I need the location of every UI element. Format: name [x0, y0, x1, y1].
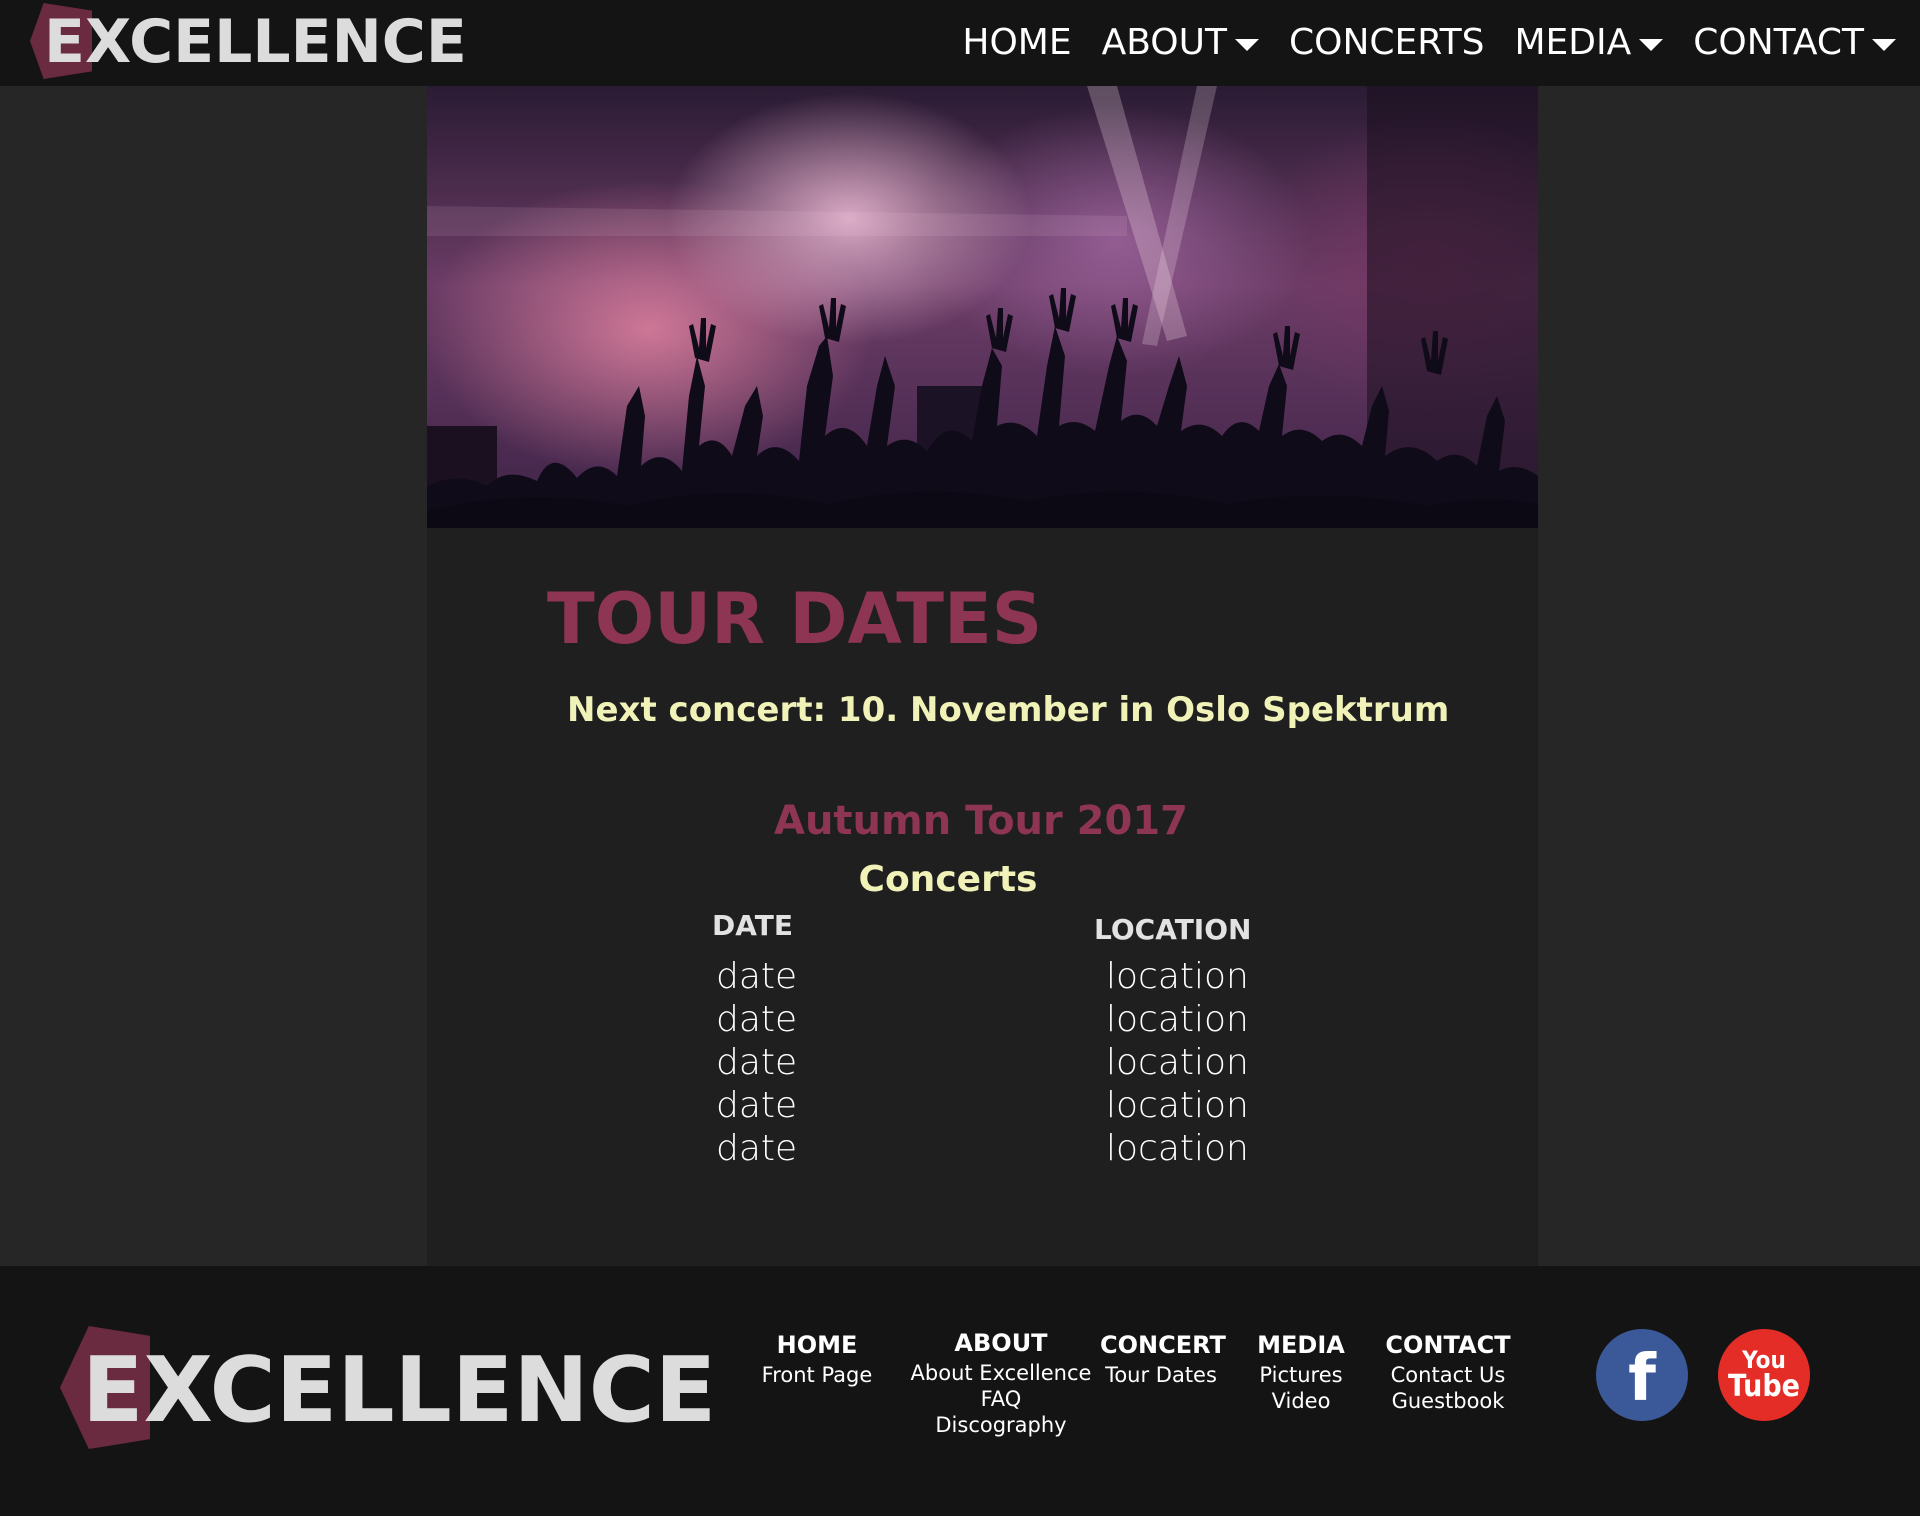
table-cell-location: location [1106, 1128, 1249, 1169]
footer-col-home: HOME Front Page [756, 1328, 878, 1388]
date-column: date date date date date [716, 955, 797, 1170]
nav-media[interactable]: MEDIA [1515, 18, 1664, 68]
footer-heading-concert[interactable]: CONCERT [1100, 1328, 1226, 1362]
footer-col-about: ABOUT About Excellence FAQ Discography [910, 1326, 1092, 1438]
location-column: location location location location loca… [1106, 955, 1249, 1170]
crowd-silhouette-graphic [427, 86, 1538, 528]
nav-concerts[interactable]: CONCERTS [1289, 18, 1485, 68]
table-header-location: LOCATION [1094, 913, 1252, 946]
caret-down-icon [1234, 39, 1259, 51]
footer-logo[interactable]: EXCELLENCE [82, 1336, 716, 1446]
table-header-date: DATE [712, 909, 793, 942]
site-logo[interactable]: EXCELLENCE [44, 6, 467, 78]
nav-contact-label: CONTACT [1693, 22, 1864, 63]
footer-link-faq[interactable]: FAQ [910, 1386, 1092, 1412]
footer-link-contact-us[interactable]: Contact Us [1382, 1362, 1514, 1388]
table-cell-location: location [1106, 999, 1249, 1040]
left-side-column [0, 86, 427, 1266]
table-cell-location: location [1106, 1085, 1249, 1126]
page-title: TOUR DATES [547, 578, 1043, 660]
footer-col-media: MEDIA Pictures Video [1250, 1328, 1352, 1414]
tour-subtitle: Concerts [858, 859, 1038, 900]
table-cell-date: date [716, 956, 798, 997]
footer-link-pictures[interactable]: Pictures [1250, 1362, 1352, 1388]
next-concert-notice: Next concert: 10. November in Oslo Spekt… [567, 690, 1450, 730]
footer-heading-contact[interactable]: CONTACT [1382, 1328, 1514, 1362]
footer-link-guestbook[interactable]: Guestbook [1382, 1388, 1514, 1414]
concert-crowd-hero-image [427, 86, 1538, 528]
caret-down-icon [1639, 39, 1664, 51]
footer-link-front-page[interactable]: Front Page [756, 1362, 878, 1388]
table-cell-location: location [1106, 956, 1249, 997]
footer-col-concert: CONCERT Tour Dates [1100, 1328, 1226, 1388]
nav-about-label: ABOUT [1101, 22, 1227, 63]
table-cell-date: date [716, 1128, 798, 1169]
facebook-icon[interactable]: f [1596, 1329, 1688, 1421]
top-navbar: EXCELLENCE HOME ABOUT CONCERTS MEDIA CON… [0, 0, 1920, 86]
nav-home-label: HOME [962, 22, 1072, 63]
youtube-icon[interactable]: You Tube [1718, 1329, 1810, 1421]
nav-about[interactable]: ABOUT [1102, 18, 1259, 68]
footer-heading-home[interactable]: HOME [756, 1328, 878, 1362]
footer-col-contact: CONTACT Contact Us Guestbook [1382, 1328, 1514, 1414]
footer-link-about-excellence[interactable]: About Excellence [910, 1360, 1092, 1386]
table-cell-location: location [1106, 1042, 1249, 1083]
table-cell-date: date [716, 999, 798, 1040]
youtube-glyph: You Tube [1728, 1348, 1800, 1402]
footer-link-video[interactable]: Video [1250, 1388, 1352, 1414]
nav-home[interactable]: HOME [962, 18, 1071, 68]
table-cell-date: date [716, 1085, 798, 1126]
footer-link-tour-dates[interactable]: Tour Dates [1100, 1362, 1222, 1388]
youtube-glyph-bottom: Tube [1728, 1369, 1800, 1404]
right-side-column [1538, 86, 1920, 1266]
nav-contact[interactable]: CONTACT [1693, 18, 1896, 68]
footer-link-discography[interactable]: Discography [910, 1412, 1092, 1438]
footer-heading-about[interactable]: ABOUT [910, 1326, 1092, 1360]
facebook-glyph: f [1628, 1342, 1656, 1416]
caret-down-icon [1872, 39, 1896, 51]
tour-title: Autumn Tour 2017 [773, 798, 1189, 844]
table-cell-date: date [716, 1042, 798, 1083]
footer-heading-media[interactable]: MEDIA [1250, 1328, 1352, 1362]
main-navigation: HOME ABOUT CONCERTS MEDIA CONTACT [932, 18, 1896, 68]
nav-media-label: MEDIA [1514, 22, 1632, 63]
nav-concerts-label: CONCERTS [1288, 22, 1485, 63]
